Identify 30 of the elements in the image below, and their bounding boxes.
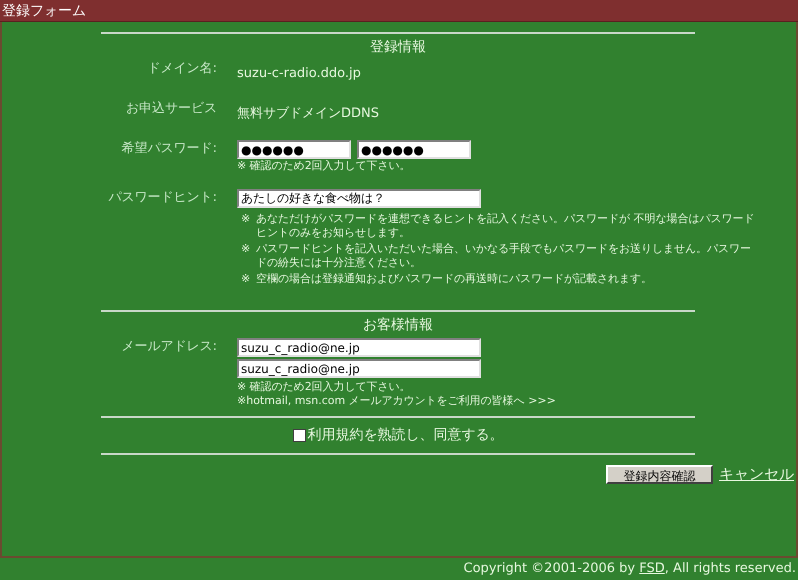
note-mark: ※: [241, 272, 250, 286]
cancel-link[interactable]: キャンセル: [719, 463, 794, 486]
note-text: あなただけがパスワードを連想できるヒントを記入ください。パスワードが 不明な場合はパスワードヒントのみをお知らせします。: [256, 212, 756, 240]
confirm-button[interactable]: 登録内容確認: [606, 464, 713, 484]
section-heading: 登録情報: [370, 38, 426, 56]
field-label: 希望パスワード:: [120, 140, 218, 158]
field-value: 無料サブドメインDDNS: [237, 106, 379, 121]
fsd-link[interactable]: FSD: [639, 561, 665, 576]
note-mark: ※: [241, 242, 250, 257]
field-label: ドメイン名:: [146, 60, 218, 78]
input-field[interactable]: ●●●●●●: [357, 140, 471, 159]
note-text: ※ 確認のため2回入力して下さい。: [237, 159, 412, 173]
field-value: suzu-c-radio.ddo.jp: [237, 66, 361, 81]
field-label: お申込サービス: [125, 100, 218, 118]
window-title: 登録フォーム: [0, 0, 798, 22]
note-mark: ※: [241, 212, 250, 227]
note-text: ※ 確認のため2回入力して下さい。: [237, 380, 412, 394]
note-text: パスワードヒントを記入いただいた場合、いかなる手段でもパスワードをお送りしません。パスワードの紛失には十分注意ください。: [256, 242, 752, 270]
field-label: パスワードヒント:: [108, 189, 218, 207]
field-label: メールアドレス:: [120, 338, 218, 356]
note-text: ※hotmail, msn.com メールアカウントをご利用の皆様へ >>>: [237, 394, 556, 408]
input-field[interactable]: ●●●●●●: [237, 140, 351, 159]
agree-checkbox[interactable]: [292, 429, 306, 442]
input-field[interactable]: suzu_c_radio@ne.jp: [237, 338, 481, 357]
copyright-text: Copyright ©2001-2006 by FSD, All rights reserved.: [464, 560, 796, 578]
section-heading: お客様情報: [363, 316, 433, 334]
agree-label: 利用規約を熟読し、同意する。: [308, 426, 504, 445]
note-text: 空欄の場合は登録通知およびパスワードの再送時にパスワードが記載されます。: [256, 272, 652, 286]
input-field[interactable]: あたしの好きな食べ物は？: [237, 189, 481, 208]
input-field[interactable]: suzu_c_radio@ne.jp: [237, 359, 481, 378]
